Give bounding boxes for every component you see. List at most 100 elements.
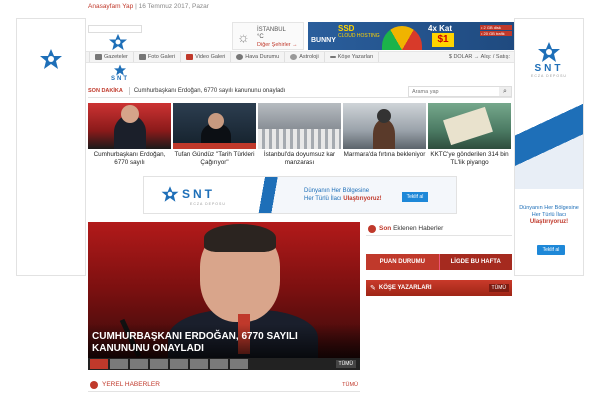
tab-standings[interactable]: PUAN DURUMU <box>366 254 439 270</box>
slider-thumb[interactable] <box>190 359 208 369</box>
nav-item-weather[interactable]: Hava Durumu <box>231 52 286 62</box>
weather-temp: °C <box>257 34 264 40</box>
slider-thumb[interactable] <box>210 359 228 369</box>
right-ad-logo: SNT ECZA DEPOSU <box>515 19 583 99</box>
header-logo-area[interactable] <box>88 25 142 51</box>
snt-star-icon <box>40 49 62 69</box>
right-ad-line2: Her Türlü İlacı <box>531 212 567 219</box>
hosting-banner-ad[interactable]: BUNNY SSD CLOUD HOSTING 4x Kat $1 • 2 GB… <box>308 22 514 50</box>
banner-brand: BUNNY <box>311 37 336 44</box>
thumbnail-item[interactable]: Cumhurbaşkanı Erdoğan, 6770 sayılı <box>88 103 171 170</box>
hero-slider[interactable]: CUMHURBAŞKANI ERDOĞAN, 6770 SAYILI KANUN… <box>88 222 360 370</box>
thumbnail-image[interactable] <box>428 103 511 149</box>
site-logo-icon[interactable] <box>106 33 130 51</box>
nav-item-label: Foto Galeri <box>147 54 176 60</box>
person-face <box>121 105 139 123</box>
right-side-ad[interactable]: SNT ECZA DEPOSU Dünyanın Her Bölgesine H… <box>514 18 584 276</box>
slider-thumb[interactable] <box>110 359 128 369</box>
thumbnail-item[interactable]: İstanbul'da doyumsuz kar manzarası <box>258 103 341 170</box>
thumbnail-caption[interactable]: Marmara'da fırtına bekleniyor <box>343 151 426 159</box>
make-homepage-link[interactable]: Anasayfam Yap <box>88 3 133 10</box>
right-ad-brand: SNT <box>534 62 564 74</box>
banner-feature: • 20 GB trafik <box>480 31 512 37</box>
mid-ad-line1: Dünyanın Her Bölgesine <box>304 188 370 194</box>
breaking-news-headline[interactable]: Cumhurbaşkanı Erdoğan, 6770 sayılı kanun… <box>134 88 285 94</box>
banner-feature: • 2 GB disk <box>480 25 512 31</box>
mid-ad-brand-sub: ECZA DEPOSU <box>190 202 226 206</box>
lottery-tickets <box>443 106 493 146</box>
newspaper-icon <box>95 54 102 60</box>
right-ad-stripe <box>515 99 583 189</box>
local-news-all-link[interactable]: TÜMÜ <box>342 382 358 388</box>
slider-thumb[interactable] <box>230 359 248 369</box>
local-news-label: YEREL HABERLER <box>102 381 160 388</box>
columnists-header: ✎ KÖŞE YAZARLARI TÜMÜ <box>366 280 512 296</box>
nav-item-label: Astroloji <box>299 54 319 60</box>
hero-all-button[interactable]: TÜMÜ <box>335 360 356 368</box>
right-ad-button[interactable]: Teklif al <box>537 245 565 255</box>
thumbnail-item[interactable]: Tufan Gündüz "Tarih Türkleri Çağırıyor" <box>173 103 256 170</box>
left-side-ad[interactable] <box>16 18 86 276</box>
nav-item-video-gallery[interactable]: Video Galeri <box>181 52 232 62</box>
hero-hair <box>204 224 276 252</box>
pen-icon <box>329 56 336 58</box>
slider-thumb[interactable] <box>90 359 108 369</box>
sub-header-logo[interactable]: SNT <box>100 64 140 84</box>
latest-news-rest: Eklenen Haberler <box>391 225 444 232</box>
banner-ssd-sub: CLOUD HOSTING <box>338 33 380 39</box>
cloud-icon <box>236 54 244 60</box>
camera-icon <box>138 54 146 60</box>
thumbnail-caption[interactable]: İstanbul'da doyumsuz kar manzarası <box>258 151 341 167</box>
nav-item-photo-gallery[interactable]: Foto Galeri <box>134 52 182 62</box>
right-ad-brand-sub: ECZA DEPOSU <box>531 73 567 78</box>
search-box: ⌕ <box>408 86 512 97</box>
nav-item-label: Video Galeri <box>195 54 226 60</box>
sun-icon: ☼ <box>237 29 250 45</box>
nav-item-astrology[interactable]: Astroloji <box>285 52 325 62</box>
thumbnail-caption[interactable]: KKTC'ye gönderilen 314 bin TL'lik piyang… <box>428 151 511 167</box>
thumbnail-image[interactable] <box>88 103 171 149</box>
thumbnail-image[interactable] <box>258 103 341 149</box>
top-bar: Anasayfam Yap | 16 Temmuz 2017, Pazar <box>0 0 600 16</box>
league-tabs: PUAN DURUMU LİGDE BU HAFTA <box>366 254 512 270</box>
city-snow <box>258 129 341 149</box>
thumbnail-item[interactable]: Marmara'da fırtına bekleniyor <box>343 103 426 170</box>
snt-star-icon <box>114 64 126 76</box>
currency-ticker: $ DOLAR → Alış: / Satış: <box>448 54 510 60</box>
hero-title[interactable]: CUMHURBAŞKANI ERDOĞAN, 6770 SAYILI KANUN… <box>92 331 352 355</box>
mid-ad-line3: Ulaştırıyoruz! <box>343 195 382 202</box>
thumbnail-item[interactable]: KKTC'ye gönderilen 314 bin TL'lik piyang… <box>428 103 511 170</box>
left-ad-logo <box>17 19 85 99</box>
snt-star-icon <box>538 41 560 62</box>
hero-thumb-strip: TÜMÜ <box>88 358 360 370</box>
slider-thumb[interactable] <box>150 359 168 369</box>
sub-header-brand: SNT <box>111 76 129 82</box>
top-bar-inner: Anasayfam Yap | 16 Temmuz 2017, Pazar <box>88 3 209 10</box>
other-cities-link[interactable]: Diğer Şehirler → <box>257 42 298 48</box>
middle-banner-ad[interactable]: SNT ECZA DEPOSU Dünyanın Her Bölgesine H… <box>143 176 457 214</box>
speedometer-icon <box>382 26 422 50</box>
latest-news-title: Son Eklenen Haberler <box>379 225 443 232</box>
slider-thumb[interactable] <box>170 359 188 369</box>
slider-thumb[interactable] <box>130 359 148 369</box>
search-input[interactable] <box>409 87 495 96</box>
right-column: Son Eklenen Haberler PUAN DURUMU LİGDE B… <box>366 222 512 296</box>
nav-item-columnists[interactable]: Köşe Yazarları <box>325 52 380 62</box>
tv-banner <box>173 143 256 149</box>
thumbnail-caption[interactable]: Tufan Gündüz "Tarih Türkleri Çağırıyor" <box>173 151 256 167</box>
columnists-title: KÖŞE YAZARLARI <box>378 285 432 291</box>
nav-item-label: Köşe Yazarları <box>337 54 374 60</box>
thumbnail-caption[interactable]: Cumhurbaşkanı Erdoğan, 6770 sayılı <box>88 151 171 167</box>
columnists-all-button[interactable]: TÜMÜ <box>488 284 509 292</box>
person-head <box>377 109 391 123</box>
top-bar-separator: | <box>135 3 137 10</box>
search-icon[interactable]: ⌕ <box>499 87 511 96</box>
thumbnail-image[interactable] <box>343 103 426 149</box>
banner-ssd: SSD <box>338 24 355 33</box>
weather-widget[interactable]: ☼ İSTANBUL °C Diğer Şehirler → <box>232 22 304 50</box>
local-news-header: YEREL HABERLER TÜMÜ <box>88 378 360 392</box>
nav-item-newspapers[interactable]: Gazeteler <box>90 52 134 62</box>
mid-ad-button[interactable]: Teklif al <box>402 192 428 202</box>
tab-this-week[interactable]: LİGDE BU HAFTA <box>438 254 512 270</box>
thumbnail-image[interactable] <box>173 103 256 149</box>
